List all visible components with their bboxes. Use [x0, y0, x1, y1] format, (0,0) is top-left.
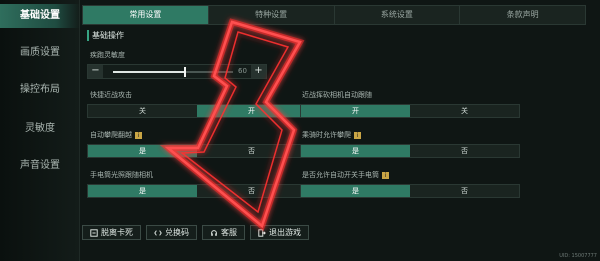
- sprint-sensitivity-slider[interactable]: − 60 +: [87, 64, 267, 79]
- melee-camera-on[interactable]: 开: [301, 105, 410, 117]
- info-icon[interactable]: i: [354, 131, 361, 139]
- sidebar-item-sensitivity[interactable]: 灵敏度: [0, 117, 80, 141]
- climb-on-ride-text: 乘骑时允许攀爬: [302, 131, 351, 139]
- climb-on-ride-label: 乘骑时允许攀爬 i: [302, 130, 361, 140]
- unstuck-button[interactable]: 脱离卡死: [82, 225, 141, 240]
- climb-on-ride-yes[interactable]: 是: [301, 145, 410, 157]
- bottom-actions: 脱离卡死 兑换码 客服 退出游戏: [82, 225, 309, 240]
- flashlight-auto-toggle: 是 否: [300, 184, 520, 198]
- sidebar-item-graphics[interactable]: 画质设置: [0, 41, 80, 65]
- unstuck-icon: [90, 228, 98, 237]
- sidebar-item-sound[interactable]: 声音设置: [0, 154, 80, 178]
- flashlight-auto-label: 是否允许自动开关手电筒 i: [302, 170, 389, 180]
- redeem-code-button[interactable]: 兑换码: [146, 225, 197, 240]
- auto-climb-text: 自动攀爬翻越: [90, 131, 132, 139]
- unstuck-label: 脱离卡死: [101, 228, 133, 237]
- customer-service-button[interactable]: 客服: [202, 225, 245, 240]
- auto-climb-label: 自动攀爬翻越 i: [90, 130, 142, 140]
- sidebar-item-basic[interactable]: 基础设置: [0, 4, 80, 28]
- flashlight-auto-yes[interactable]: 是: [301, 185, 410, 197]
- melee-camera-toggle: 开 关: [300, 104, 520, 118]
- customer-service-label: 客服: [221, 228, 237, 237]
- auto-climb-no[interactable]: 否: [197, 145, 306, 157]
- flashlight-auto-text: 是否允许自动开关手电筒: [302, 171, 379, 179]
- section-title: 基础操作: [87, 30, 124, 41]
- flashlight-camera-toggle: 是 否: [87, 184, 307, 198]
- slider-plus-button[interactable]: +: [251, 65, 266, 78]
- slider-handle[interactable]: [184, 67, 186, 77]
- tab-system[interactable]: 系统设置: [335, 6, 461, 24]
- auto-climb-toggle: 是 否: [87, 144, 307, 158]
- quick-melee-label: 快捷近战攻击: [90, 91, 132, 99]
- auto-climb-yes[interactable]: 是: [88, 145, 197, 157]
- sidebar-item-controls[interactable]: 操控布局: [0, 78, 80, 102]
- slider-track[interactable]: [113, 67, 233, 77]
- quick-melee-on[interactable]: 开: [197, 105, 306, 117]
- flashlight-camera-label: 手电筒光照跟随相机: [90, 171, 153, 179]
- tab-terms[interactable]: 条款声明: [460, 6, 585, 24]
- exit-icon: [258, 228, 266, 237]
- exit-game-button[interactable]: 退出游戏: [250, 225, 309, 240]
- melee-camera-off[interactable]: 关: [410, 105, 519, 117]
- tab-common[interactable]: 常用设置: [83, 6, 209, 24]
- tab-special[interactable]: 特种设置: [209, 6, 335, 24]
- code-icon: [154, 229, 162, 236]
- redeem-code-label: 兑换码: [165, 228, 189, 237]
- slider-fill: [113, 71, 185, 73]
- slider-minus-button[interactable]: −: [88, 65, 103, 78]
- flashlight-auto-no[interactable]: 否: [410, 185, 519, 197]
- info-icon[interactable]: i: [382, 171, 389, 179]
- exit-game-label: 退出游戏: [269, 228, 301, 237]
- user-id: UID: 15007777: [559, 253, 597, 259]
- melee-camera-label: 近战挥砍相机自动跟随: [302, 91, 372, 99]
- quick-melee-toggle: 关 开: [87, 104, 307, 118]
- flashlight-camera-no[interactable]: 否: [197, 185, 306, 197]
- flashlight-camera-yes[interactable]: 是: [88, 185, 197, 197]
- tab-bar: 常用设置 特种设置 系统设置 条款声明: [82, 5, 586, 25]
- quick-melee-off[interactable]: 关: [88, 105, 197, 117]
- sidebar: 基础设置 画质设置 操控布局 灵敏度 声音设置: [0, 0, 80, 261]
- slider-value: 60: [238, 67, 247, 75]
- slider-label: 疾跑灵敏度: [90, 51, 125, 59]
- headset-icon: [211, 229, 217, 236]
- climb-on-ride-no[interactable]: 否: [410, 145, 519, 157]
- climb-on-ride-toggle: 是 否: [300, 144, 520, 158]
- info-icon[interactable]: i: [135, 131, 142, 139]
